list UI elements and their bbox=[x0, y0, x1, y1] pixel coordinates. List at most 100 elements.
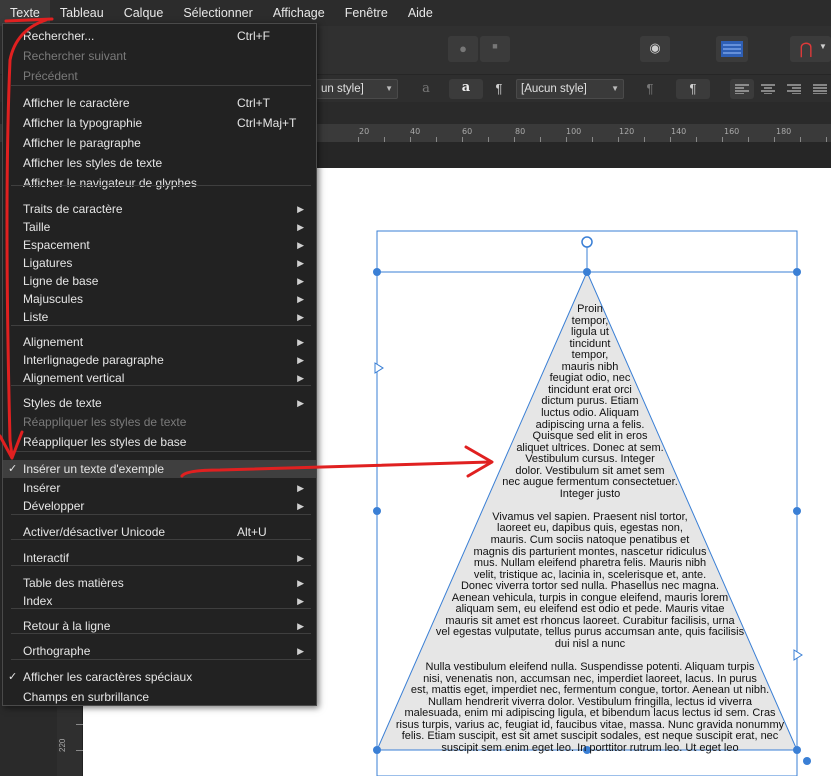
menu-item-label: Taille bbox=[23, 220, 51, 234]
menu-item-table-des-matieres[interactable]: Table des matières ▶ bbox=[3, 574, 316, 592]
menu-item-shortcut: Ctrl+Maj+T bbox=[237, 116, 297, 130]
menu-item-label: Réappliquer les styles de texte bbox=[23, 415, 187, 429]
text-line: dui nisl a nunc bbox=[554, 637, 626, 650]
text-line: Quisque sed elit in eros bbox=[532, 430, 648, 443]
menu-item-ligatures[interactable]: Ligatures ▶ bbox=[3, 254, 316, 272]
text-line: Donec viverra tortor sed nulla. Phasellu… bbox=[460, 580, 720, 593]
menu-item-label: Espacement bbox=[23, 238, 90, 252]
menu-item-reappliquer-les-styles-de-base[interactable]: Réappliquer les styles de base bbox=[3, 433, 316, 451]
menu-separator bbox=[11, 514, 311, 515]
submenu-arrow-icon: ▶ bbox=[297, 294, 304, 304]
menu-item-champs-en-surbrillance[interactable]: Champs en surbrillance bbox=[3, 688, 316, 706]
text-flow-out-icon[interactable] bbox=[793, 649, 803, 661]
text-line: ligula ut bbox=[571, 326, 609, 339]
menu-item-afficher-la-typographie[interactable]: Afficher la typographie Ctrl+Maj+T bbox=[3, 114, 316, 132]
resize-handle[interactable] bbox=[583, 268, 591, 276]
text-line: mus. Nullam eleifend pharetra felis. Mau… bbox=[473, 557, 707, 570]
menu-item-label: Index bbox=[23, 594, 53, 608]
text-line: suscipit sem enim eget leo. In porttitor… bbox=[441, 741, 739, 754]
menu-separator bbox=[11, 633, 311, 634]
menu-separator bbox=[11, 385, 311, 386]
text-line: Proin bbox=[577, 303, 603, 315]
menu-item-label: Liste bbox=[23, 310, 49, 324]
menu-separator bbox=[11, 85, 311, 86]
menu-item-styles-de-texte[interactable]: Styles de texte ▶ bbox=[3, 394, 316, 412]
submenu-arrow-icon: ▶ bbox=[297, 578, 304, 588]
menu-item-ligne-de-base[interactable]: Ligne de base ▶ bbox=[3, 272, 316, 290]
menu-item-label: Champs en surbrillance bbox=[23, 690, 150, 704]
menu-item-label: Alignement vertical bbox=[23, 371, 125, 385]
menu-separator bbox=[11, 185, 311, 186]
menu-item-reappliquer-les-styles-de-texte[interactable]: Réappliquer les styles de texte bbox=[3, 413, 316, 431]
text-line: Integer justo bbox=[559, 487, 621, 500]
menu-item-label: Précédent bbox=[23, 69, 78, 83]
rotation-handle[interactable] bbox=[581, 236, 593, 248]
submenu-arrow-icon: ▶ bbox=[297, 258, 304, 268]
submenu-arrow-icon: ▶ bbox=[297, 312, 304, 322]
menu-item-interlignagede-paragraphe[interactable]: Interlignagede paragraphe ▶ bbox=[3, 351, 316, 369]
menu-item-label: Ligne de base bbox=[23, 274, 99, 288]
menu-item-alignement[interactable]: Alignement ▶ bbox=[3, 333, 316, 351]
submenu-arrow-icon: ▶ bbox=[297, 204, 304, 214]
menu-item-developper[interactable]: Développer ▶ bbox=[3, 497, 316, 515]
menu-item-label: Activer/désactiver Unicode bbox=[23, 525, 166, 539]
menu-item-label: Afficher le navigateur de glyphes bbox=[23, 176, 197, 190]
menu-item-precedent[interactable]: Précédent bbox=[3, 67, 316, 85]
menu-item-label: Afficher les caractères spéciaux bbox=[23, 670, 193, 684]
menu-item-label: Orthographe bbox=[23, 644, 91, 658]
menu-separator bbox=[11, 539, 311, 540]
menu-item-rechercher-suivant[interactable]: Rechercher suivant bbox=[3, 47, 316, 65]
text-line: mauris. Cum sociis natoque penatibus et bbox=[490, 534, 690, 546]
menu-item-label: Interlignagede paragraphe bbox=[23, 353, 164, 367]
resize-handle[interactable] bbox=[373, 268, 381, 276]
menu-item-label: Traits de caractère bbox=[23, 202, 123, 216]
text-line: luctus odio. Aliquam bbox=[541, 406, 639, 419]
menu-item-shortcut: Ctrl+T bbox=[237, 96, 270, 110]
submenu-arrow-icon: ▶ bbox=[297, 240, 304, 250]
text-line: Vestibulum cursus. Integer bbox=[525, 453, 655, 466]
menu-item-label: Réappliquer les styles de base bbox=[23, 435, 187, 449]
menu-item-label: Ligatures bbox=[23, 256, 73, 270]
menu-item-afficher-le-caractere[interactable]: Afficher le caractère Ctrl+T bbox=[3, 94, 316, 112]
texte-menu: Rechercher... Ctrl+F Rechercher suivant Pré… bbox=[2, 23, 317, 706]
menu-item-rechercher[interactable]: Rechercher... Ctrl+F bbox=[3, 27, 316, 45]
menu-item-label: Afficher les styles de texte bbox=[23, 156, 163, 170]
menu-separator bbox=[11, 659, 311, 660]
menu-item-liste[interactable]: Liste ▶ bbox=[3, 308, 316, 326]
menu-item-label: Développer bbox=[23, 499, 85, 513]
menu-item-label: Table des matières bbox=[23, 576, 124, 590]
menu-separator bbox=[11, 608, 311, 609]
menu-item-orthographe[interactable]: Orthographe ▶ bbox=[3, 642, 316, 660]
menu-item-afficher-les-caracteres-speciaux[interactable]: ✓ Afficher les caractères spéciaux bbox=[3, 668, 316, 686]
menu-item-label: Insérer un texte d'exemple bbox=[23, 462, 165, 476]
menu-item-label: Afficher le paragraphe bbox=[23, 136, 141, 150]
menu-item-afficher-le-paragraphe[interactable]: Afficher le paragraphe bbox=[3, 134, 316, 152]
menu-item-label: Interactif bbox=[23, 551, 70, 565]
menu-item-afficher-les-styles-de-texte[interactable]: Afficher les styles de texte bbox=[3, 154, 316, 172]
submenu-arrow-icon: ▶ bbox=[297, 398, 304, 408]
submenu-arrow-icon: ▶ bbox=[297, 355, 304, 365]
submenu-arrow-icon: ▶ bbox=[297, 646, 304, 656]
menu-item-inserer-un-texte-d-exemple[interactable]: ✓ Insérer un texte d'exemple bbox=[3, 460, 316, 478]
menu-item-taille[interactable]: Taille ▶ bbox=[3, 218, 316, 236]
submenu-arrow-icon: ▶ bbox=[297, 337, 304, 347]
menu-item-label: Insérer bbox=[23, 481, 61, 495]
text-line: Nulla vestibulum eleifend nulla. Suspend… bbox=[425, 661, 755, 674]
menu-item-label: Rechercher... bbox=[23, 29, 95, 43]
resize-handle[interactable] bbox=[793, 268, 801, 276]
menu-item-label: Styles de texte bbox=[23, 396, 102, 410]
menu-item-traits-de-caractere[interactable]: Traits de caractère ▶ bbox=[3, 200, 316, 218]
menu-item-label: Afficher le caractère bbox=[23, 96, 130, 110]
menu-item-label: Retour à la ligne bbox=[23, 619, 111, 633]
checkmark-icon: ✓ bbox=[8, 671, 18, 683]
submenu-arrow-icon: ▶ bbox=[297, 483, 304, 493]
menu-item-afficher-le-navigateur-de-glyphes[interactable]: Afficher le navigateur de glyphes bbox=[3, 174, 316, 192]
menu-item-espacement[interactable]: Espacement ▶ bbox=[3, 236, 316, 254]
menu-item-majuscules[interactable]: Majuscules ▶ bbox=[3, 290, 316, 308]
menu-item-label: Afficher la typographie bbox=[23, 116, 143, 130]
menu-item-label: Rechercher suivant bbox=[23, 49, 127, 63]
text-overflow-handle[interactable] bbox=[803, 757, 811, 765]
menu-separator bbox=[11, 565, 311, 566]
menu-separator bbox=[11, 451, 311, 452]
menu-item-inserer[interactable]: Insérer ▶ bbox=[3, 479, 316, 497]
